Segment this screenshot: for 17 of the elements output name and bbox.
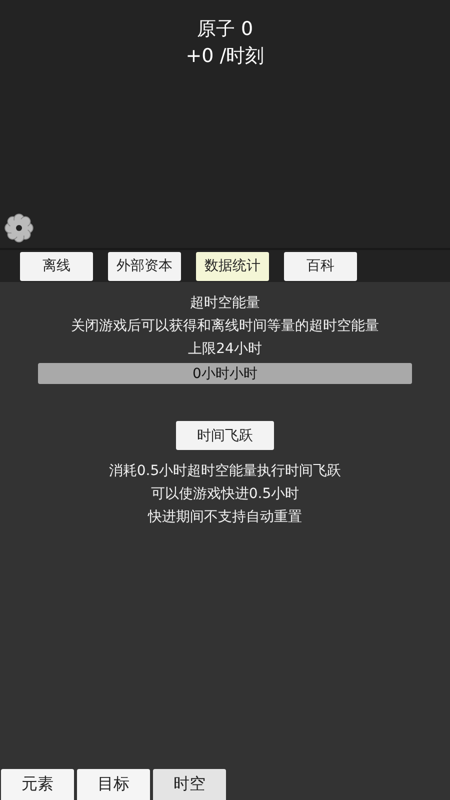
note-text: 快进期间不支持自动重置	[148, 508, 302, 527]
time-jump-button[interactable]: 时间飞跃	[176, 421, 274, 450]
resource-rate: +0 /时刻	[186, 44, 264, 69]
limit-text: 上限24小时	[188, 340, 262, 359]
bottom-tab[interactable]: 时空	[153, 769, 226, 800]
bottom-tab[interactable]: 元素	[1, 769, 74, 800]
tab[interactable]: 百科	[284, 252, 357, 280]
description-text: 关闭游戏后可以获得和离线时间等量的超时空能量	[71, 317, 379, 336]
section-title: 超时空能量	[190, 294, 260, 313]
note-text: 消耗0.5小时超时空能量执行时间飞跃	[108, 462, 342, 481]
bottom-tab[interactable]: 目标	[77, 769, 150, 800]
note-text: 可以使游戏快进0.5小时	[150, 485, 300, 504]
tab[interactable]: 离线	[20, 252, 93, 280]
tab[interactable]: 数据统计	[196, 252, 269, 280]
tab[interactable]: 外部资本	[108, 252, 181, 280]
resource-count: 原子 0	[196, 17, 254, 42]
settings-icon[interactable]	[4, 213, 34, 243]
